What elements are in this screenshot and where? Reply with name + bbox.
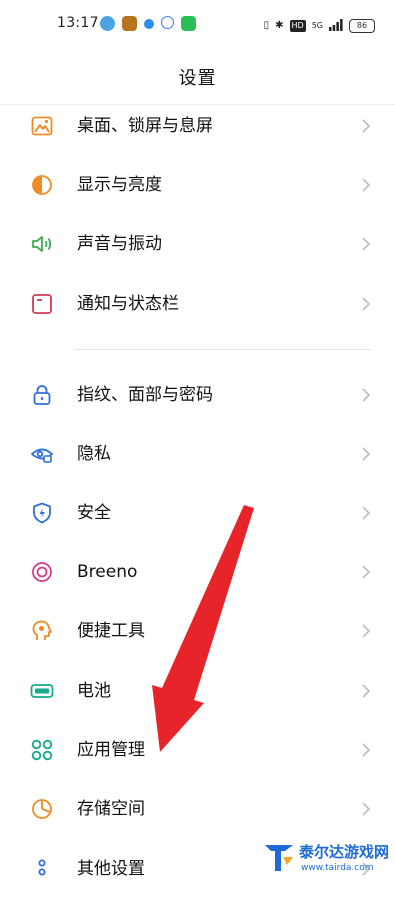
storage-pie-icon — [32, 799, 52, 819]
bluetooth-icon: ✱ — [275, 20, 284, 31]
settings-item-security[interactable]: 安全 — [0, 485, 395, 541]
watermark-name: 泰尔达游戏网 — [298, 843, 389, 861]
system-icons: ▯ ✱ HD 5G 86 — [264, 16, 375, 35]
settings-item-label: 通知与状态栏 — [77, 294, 179, 314]
page-title: 设置 — [178, 68, 217, 89]
app-notification-icon — [100, 16, 115, 31]
settings-item-display-brightness[interactable]: 显示与亮度 — [0, 157, 395, 213]
signal-icon — [329, 16, 343, 35]
settings-item-label: 存储空间 — [77, 799, 145, 819]
settings-item-breeno[interactable]: Breeno — [0, 544, 395, 600]
site-watermark: 泰尔达游戏网 www.tairda.com — [265, 843, 389, 873]
chevron-right-icon — [362, 802, 371, 816]
wallpaper-icon — [31, 116, 53, 136]
breeno-icon — [32, 562, 52, 582]
chevron-right-icon — [362, 297, 371, 311]
group-divider — [75, 349, 371, 350]
chevron-right-icon — [362, 119, 371, 133]
settings-item-label: 显示与亮度 — [77, 175, 162, 195]
more-settings-icon — [38, 859, 46, 876]
chevron-right-icon — [362, 743, 371, 757]
settings-item-app-management[interactable]: 应用管理 — [0, 722, 395, 778]
chevron-right-icon — [362, 447, 371, 461]
battery-icon — [30, 684, 54, 698]
snowflake-notification-icon — [161, 16, 174, 29]
settings-item-label: 应用管理 — [77, 740, 145, 760]
settings-item-label: 安全 — [77, 503, 111, 523]
chevron-right-icon — [362, 624, 371, 638]
settings-item-label: 指纹、面部与密码 — [77, 385, 213, 405]
chevron-right-icon — [362, 237, 371, 251]
lock-icon — [33, 385, 51, 405]
chevron-right-icon — [362, 388, 371, 402]
wechat-notification-icon — [181, 16, 196, 31]
status-bar: 13:17 ▯ ✱ HD 5G 86 — [0, 0, 395, 52]
settings-item-label: 电池 — [77, 681, 111, 701]
settings-item-desktop-lockscreen[interactable]: 桌面、锁屏与息屏 — [0, 98, 395, 154]
privacy-eye-icon — [30, 448, 54, 463]
speaker-icon — [32, 236, 52, 252]
vibrate-icon: ▯ — [263, 20, 270, 31]
network-label: 5G — [311, 21, 323, 30]
watermark-logo-icon — [265, 845, 293, 871]
settings-item-label: 声音与振动 — [77, 234, 162, 254]
settings-item-label: 便捷工具 — [77, 621, 145, 641]
notification-icons — [100, 16, 196, 31]
settings-item-label: Breeno — [77, 562, 138, 582]
app-notification-icon — [144, 19, 154, 29]
apps-grid-icon — [31, 739, 53, 761]
battery-indicator: 86 — [349, 18, 375, 33]
chevron-right-icon — [362, 506, 371, 520]
settings-item-notifications[interactable]: 通知与状态栏 — [0, 276, 395, 332]
shield-icon — [33, 502, 51, 524]
settings-item-label: 隐私 — [77, 444, 111, 464]
notification-icon — [32, 294, 52, 314]
chevron-right-icon — [362, 565, 371, 579]
settings-item-label: 其他设置 — [77, 859, 145, 879]
tools-icon — [32, 620, 52, 640]
settings-item-convenience-tools[interactable]: 便捷工具 — [0, 603, 395, 659]
game-notification-icon — [122, 16, 137, 31]
settings-item-battery[interactable]: 电池 — [0, 663, 395, 719]
chevron-right-icon — [362, 178, 371, 192]
settings-item-fingerprint-face-password[interactable]: 指纹、面部与密码 — [0, 367, 395, 423]
settings-item-label: 桌面、锁屏与息屏 — [77, 116, 213, 136]
watermark-url: www.tairda.com — [301, 863, 374, 873]
chevron-right-icon — [362, 684, 371, 698]
brightness-icon — [32, 175, 52, 195]
settings-item-storage[interactable]: 存储空间 — [0, 781, 395, 837]
settings-item-privacy[interactable]: 隐私 — [0, 426, 395, 482]
settings-item-sound-vibration[interactable]: 声音与振动 — [0, 216, 395, 272]
status-time: 13:17 — [57, 15, 99, 31]
hd-badge: HD — [289, 19, 306, 32]
